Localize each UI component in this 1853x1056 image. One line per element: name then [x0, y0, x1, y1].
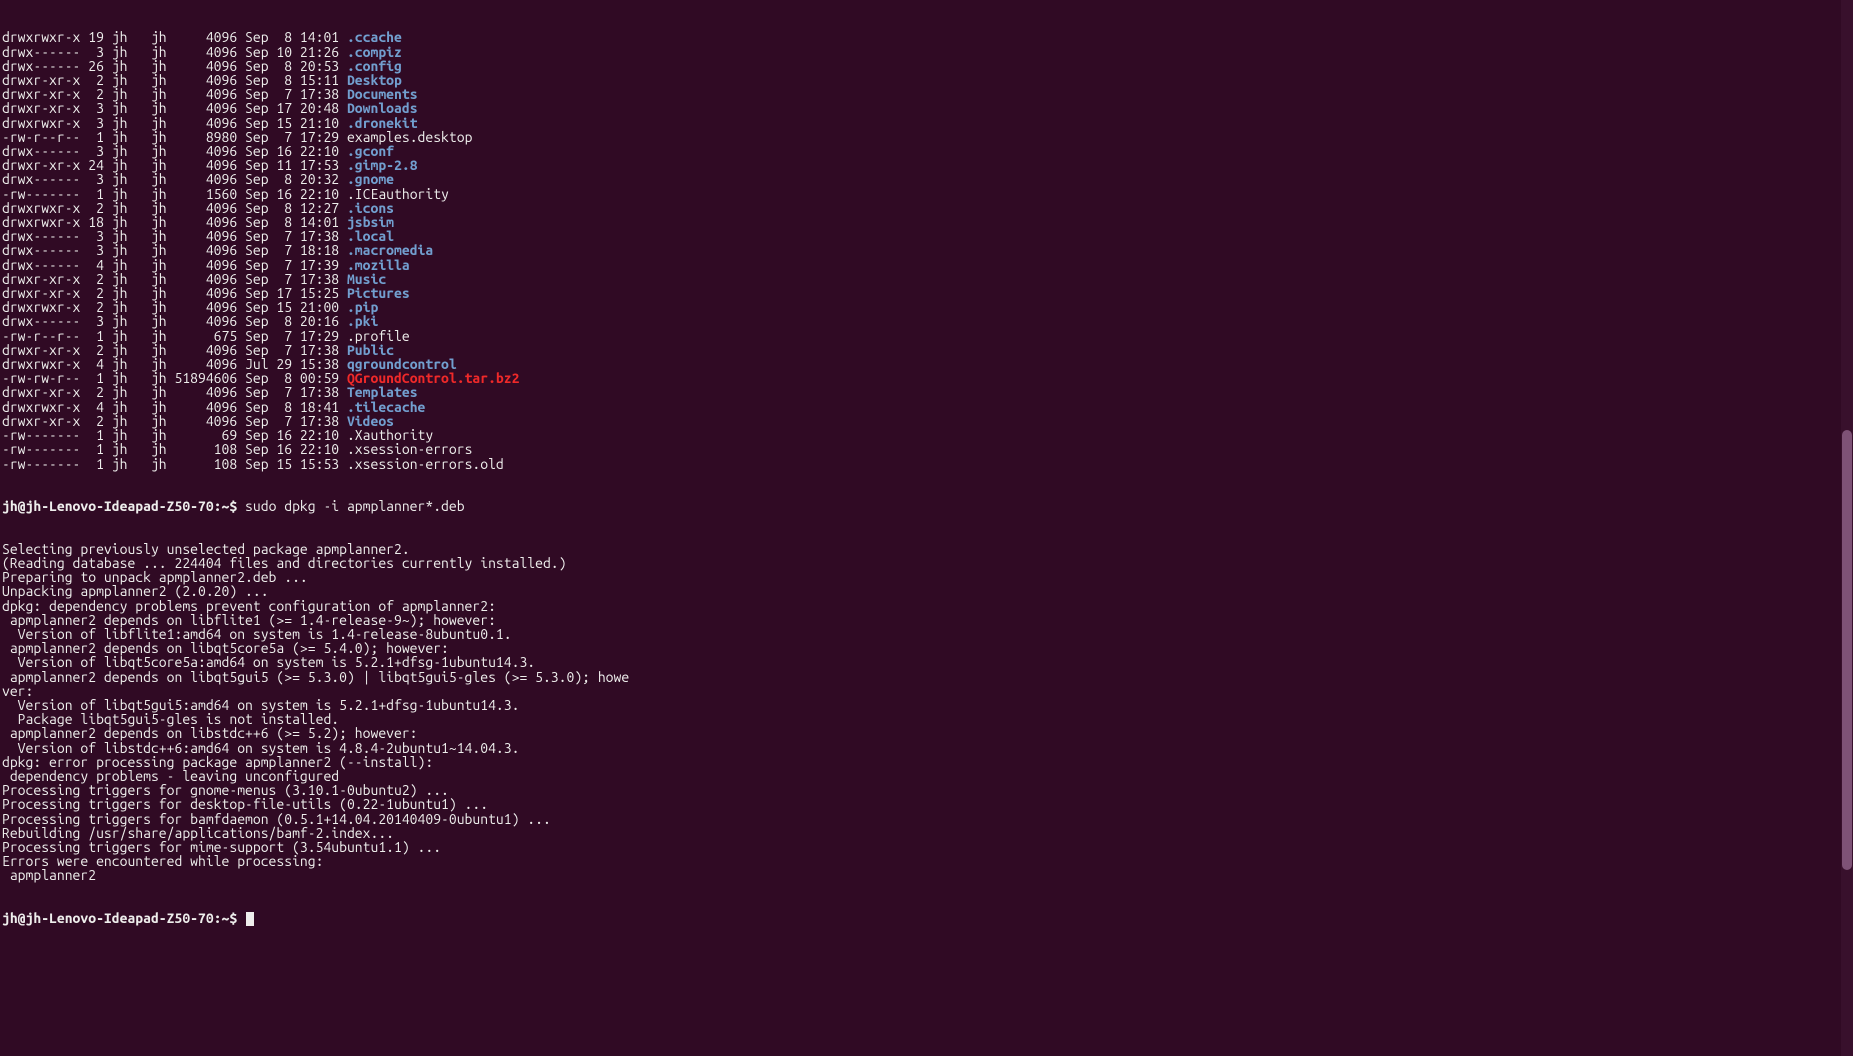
command-line-2[interactable]: jh@jh-Lenovo-Ideapad-Z50-70:~$	[2, 911, 1851, 926]
ls-row: drwxr-xr-x 2 jh jh 4096 Sep 17 15:25 Pic…	[2, 286, 1851, 300]
ls-row: drwxrwxr-x 4 jh jh 4096 Jul 29 15:38 qgr…	[2, 357, 1851, 371]
ls-row-meta: -rw------- 1 jh jh 108 Sep 15 15:53	[2, 456, 347, 472]
ls-row: drwx------ 4 jh jh 4096 Sep 7 17:39 .moz…	[2, 258, 1851, 272]
ls-row: drwxrwxr-x 19 jh jh 4096 Sep 8 14:01 .cc…	[2, 30, 1851, 44]
ls-row: drwxrwxr-x 3 jh jh 4096 Sep 15 21:10 .dr…	[2, 116, 1851, 130]
prompt-1: jh@jh-Lenovo-Ideapad-Z50-70:~$	[2, 498, 245, 514]
ls-row: drwxrwxr-x 2 jh jh 4096 Sep 8 12:27 .ico…	[2, 201, 1851, 215]
output-line: Package libqt5gui5-gles is not installed…	[2, 712, 1851, 726]
output-line: dpkg: error processing package apmplanne…	[2, 755, 1851, 769]
ls-row: -rw------- 1 jh jh 69 Sep 16 22:10 .Xaut…	[2, 428, 1851, 442]
output-line: dependency problems - leaving unconfigur…	[2, 769, 1851, 783]
ls-row: drwxr-xr-x 2 jh jh 4096 Sep 7 17:38 Publ…	[2, 343, 1851, 357]
output-line: ver:	[2, 684, 1851, 698]
ls-row: drwxr-xr-x 2 jh jh 4096 Sep 7 17:38 Vide…	[2, 414, 1851, 428]
cursor-icon	[246, 912, 254, 926]
output-line: Selecting previously unselected package …	[2, 542, 1851, 556]
output-line: Version of libqt5core5a:amd64 on system …	[2, 655, 1851, 669]
ls-output: drwxrwxr-x 19 jh jh 4096 Sep 8 14:01 .cc…	[2, 30, 1851, 470]
ls-row: drwx------ 26 jh jh 4096 Sep 8 20:53 .co…	[2, 59, 1851, 73]
dpkg-output: Selecting previously unselected package …	[2, 542, 1851, 883]
ls-row: drwxr-xr-x 24 jh jh 4096 Sep 11 17:53 .g…	[2, 158, 1851, 172]
ls-row: drwxrwxr-x 2 jh jh 4096 Sep 15 21:00 .pi…	[2, 300, 1851, 314]
command-line-1: jh@jh-Lenovo-Ideapad-Z50-70:~$ sudo dpkg…	[2, 499, 1851, 513]
prompt-2: jh@jh-Lenovo-Ideapad-Z50-70:~$	[2, 910, 245, 926]
output-line: Version of libstdc++6:amd64 on system is…	[2, 741, 1851, 755]
output-line: Version of libqt5gui5:amd64 on system is…	[2, 698, 1851, 712]
output-line: Preparing to unpack apmplanner2.deb ...	[2, 570, 1851, 584]
ls-row: -rw-r--r-- 1 jh jh 8980 Sep 7 17:29 exam…	[2, 130, 1851, 144]
ls-row: drwxrwxr-x 4 jh jh 4096 Sep 8 18:41 .til…	[2, 400, 1851, 414]
ls-row: drwxr-xr-x 2 jh jh 4096 Sep 7 17:38 Temp…	[2, 385, 1851, 399]
ls-row: drwx------ 3 jh jh 4096 Sep 10 21:26 .co…	[2, 45, 1851, 59]
output-line: Version of libflite1:amd64 on system is …	[2, 627, 1851, 641]
output-line: (Reading database ... 224404 files and d…	[2, 556, 1851, 570]
output-line: Rebuilding /usr/share/applications/bamf-…	[2, 826, 1851, 840]
ls-row: drwx------ 3 jh jh 4096 Sep 7 17:38 .loc…	[2, 229, 1851, 243]
output-line: apmplanner2 depends on libqt5gui5 (>= 5.…	[2, 670, 1851, 684]
output-line: apmplanner2 depends on libqt5core5a (>= …	[2, 641, 1851, 655]
output-line: Processing triggers for mime-support (3.…	[2, 840, 1851, 854]
ls-row: -rw-r--r-- 1 jh jh 675 Sep 7 17:29 .prof…	[2, 329, 1851, 343]
scrollbar[interactable]	[1841, 0, 1853, 1056]
ls-row: drwx------ 3 jh jh 4096 Sep 8 20:32 .gno…	[2, 172, 1851, 186]
ls-filename: .xsession-errors.old	[347, 456, 504, 472]
ls-row: drwxr-xr-x 3 jh jh 4096 Sep 17 20:48 Dow…	[2, 101, 1851, 115]
ls-row: drwxrwxr-x 18 jh jh 4096 Sep 8 14:01 jsb…	[2, 215, 1851, 229]
command-1-text: sudo dpkg -i apmplanner*.deb	[245, 498, 465, 514]
output-line: apmplanner2 depends on libflite1 (>= 1.4…	[2, 613, 1851, 627]
output-line: Processing triggers for desktop-file-uti…	[2, 797, 1851, 811]
ls-row: -rw------- 1 jh jh 108 Sep 15 15:53 .xse…	[2, 457, 1851, 471]
output-line: Processing triggers for bamfdaemon (0.5.…	[2, 812, 1851, 826]
output-line: apmplanner2	[2, 868, 1851, 882]
output-line: apmplanner2 depends on libstdc++6 (>= 5.…	[2, 726, 1851, 740]
ls-row: drwxr-xr-x 2 jh jh 4096 Sep 7 17:38 Docu…	[2, 87, 1851, 101]
ls-row: -rw------- 1 jh jh 1560 Sep 16 22:10 .IC…	[2, 187, 1851, 201]
ls-row: drwx------ 3 jh jh 4096 Sep 8 20:16 .pki	[2, 314, 1851, 328]
ls-row: drwx------ 3 jh jh 4096 Sep 7 18:18 .mac…	[2, 243, 1851, 257]
output-line: Processing triggers for gnome-menus (3.1…	[2, 783, 1851, 797]
ls-row: -rw-rw-r-- 1 jh jh 51894606 Sep 8 00:59 …	[2, 371, 1851, 385]
output-line: Errors were encountered while processing…	[2, 854, 1851, 868]
ls-row: drwxr-xr-x 2 jh jh 4096 Sep 8 15:11 Desk…	[2, 73, 1851, 87]
ls-row: -rw------- 1 jh jh 108 Sep 16 22:10 .xse…	[2, 442, 1851, 456]
ls-row: drwx------ 3 jh jh 4096 Sep 16 22:10 .gc…	[2, 144, 1851, 158]
output-line: dpkg: dependency problems prevent config…	[2, 599, 1851, 613]
output-line: Unpacking apmplanner2 (2.0.20) ...	[2, 584, 1851, 598]
scrollbar-thumb[interactable]	[1842, 430, 1852, 870]
terminal[interactable]: drwxrwxr-x 19 jh jh 4096 Sep 8 14:01 .cc…	[0, 0, 1853, 942]
ls-row: drwxr-xr-x 2 jh jh 4096 Sep 7 17:38 Musi…	[2, 272, 1851, 286]
